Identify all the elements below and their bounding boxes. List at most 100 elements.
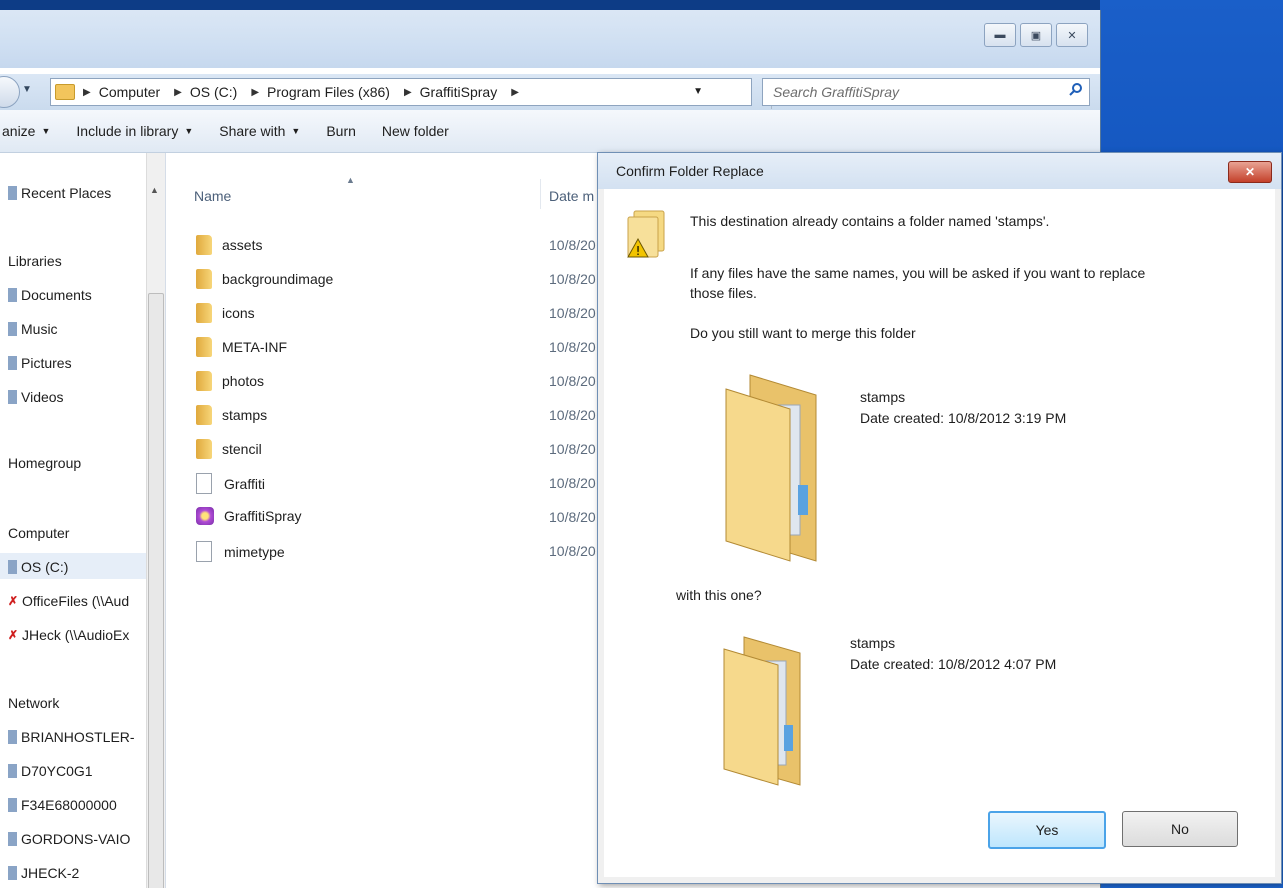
file-date: 10/8/20 — [549, 509, 596, 525]
folder-icon — [196, 337, 212, 357]
app-icon — [196, 507, 214, 525]
dialog-titlebar[interactable]: Confirm Folder Replace ✕ — [598, 153, 1281, 189]
explorer-titlebar[interactable]: ▬ ▣ ✕ — [0, 10, 1100, 68]
share-with-button[interactable]: Share with ▼ — [219, 123, 300, 139]
search-box[interactable]: Search GraffitiSpray — [762, 78, 1090, 106]
incoming-folder-name: stamps — [850, 635, 896, 651]
confirm-folder-replace-dialog: Confirm Folder Replace ✕ ! This destinat… — [597, 152, 1282, 884]
close-icon: ✕ — [1067, 29, 1077, 42]
breadcrumb-graffitispray[interactable]: GraffitiSpray — [420, 84, 498, 100]
nav-label: D70YC0G1 — [21, 763, 93, 779]
column-header-name[interactable]: Name — [194, 188, 231, 204]
organize-label: anize — [2, 123, 36, 139]
folder-icon — [196, 303, 212, 323]
nav-music[interactable]: Music — [8, 321, 58, 337]
column-header-date[interactable]: Date m — [549, 188, 594, 204]
burn-button[interactable]: Burn — [326, 123, 356, 139]
nav-pictures[interactable]: Pictures — [8, 355, 72, 371]
navigation-pane: Recent Places Libraries Documents Music … — [0, 153, 166, 888]
nav-network-computer[interactable]: BRIANHOSTLER- — [8, 729, 135, 745]
nav-os-c[interactable]: OS (C:) — [8, 559, 68, 575]
dialog-title: Confirm Folder Replace — [616, 163, 764, 179]
file-row-graffiti[interactable]: Graffiti — [196, 473, 265, 494]
breadcrumb-arrow-icon[interactable]: ▶ — [251, 87, 259, 98]
nav-documents[interactable]: Documents — [8, 287, 92, 303]
share-label: Share with — [219, 123, 286, 139]
nav-network-computer[interactable]: JHECK-2 — [8, 865, 79, 881]
file-name: stamps — [222, 407, 268, 423]
organize-button[interactable]: anize ▼ — [2, 123, 50, 139]
file-row-icons[interactable]: icons — [196, 303, 255, 323]
no-button[interactable]: No — [1122, 811, 1238, 847]
computer-icon — [8, 730, 17, 744]
file-name: photos — [222, 373, 265, 389]
breadcrumb-os-c[interactable]: OS (C:) — [190, 84, 237, 100]
dialog-body: ! This destination already contains a fo… — [604, 189, 1275, 877]
file-icon — [196, 473, 212, 494]
include-label: Include in library — [76, 123, 179, 139]
file-row-graffitispray[interactable]: GraffitiSpray — [196, 507, 302, 525]
column-divider[interactable] — [540, 179, 541, 209]
nav-label: Recent Places — [21, 185, 112, 201]
folder-icon — [196, 371, 212, 391]
folder-icon — [196, 269, 212, 289]
address-dropdown-icon[interactable]: ▼ — [693, 86, 703, 97]
file-row-photos[interactable]: photos — [196, 371, 264, 391]
file-row-mimetype[interactable]: mimetype — [196, 541, 285, 562]
dialog-close-button[interactable]: ✕ — [1228, 161, 1272, 183]
include-in-library-button[interactable]: Include in library ▼ — [76, 123, 193, 139]
scroll-up-icon[interactable]: ▲ — [150, 185, 159, 195]
minimize-button[interactable]: ▬ — [984, 23, 1016, 47]
nav-computer[interactable]: Computer — [8, 525, 69, 541]
nav-label: Documents — [21, 287, 92, 303]
nav-network-computer[interactable]: D70YC0G1 — [8, 763, 93, 779]
new-folder-button[interactable]: New folder — [382, 123, 449, 139]
breadcrumb-computer[interactable]: Computer — [99, 84, 160, 100]
breadcrumb-arrow-icon[interactable]: ▶ — [83, 87, 91, 98]
yes-button[interactable]: Yes — [988, 811, 1106, 849]
address-bar[interactable]: ▶ Computer ▶ OS (C:) ▶ Program Files (x8… — [50, 78, 792, 109]
folder-icon — [55, 84, 75, 100]
file-date: 10/8/20 — [549, 407, 596, 423]
nav-scrollbar-thumb[interactable] — [148, 293, 164, 888]
nav-network[interactable]: Network — [8, 695, 59, 711]
nav-videos[interactable]: Videos — [8, 389, 64, 405]
recent-pages-dropdown-icon[interactable]: ▼ — [22, 84, 32, 95]
computer-icon — [8, 866, 17, 880]
disconnected-drive-icon: ✗ — [8, 628, 19, 642]
nav-officefiles[interactable]: ✗ OfficeFiles (\\Aud — [8, 593, 129, 609]
file-name: stencil — [222, 441, 262, 457]
search-icon[interactable] — [1069, 82, 1083, 96]
file-row-stencil[interactable]: stencil — [196, 439, 262, 459]
folder-warning-icon: ! — [627, 210, 665, 258]
command-bar: anize ▼ Include in library ▼ Share with ▼ B… — [0, 110, 1100, 153]
nav-recent-places[interactable]: Recent Places — [8, 185, 111, 201]
back-button[interactable] — [0, 76, 20, 108]
nav-homegroup[interactable]: Homegroup — [8, 455, 81, 471]
nav-label: JHeck (\\AudioEx — [22, 627, 130, 643]
file-name: assets — [222, 237, 263, 253]
file-row-stamps[interactable]: stamps — [196, 405, 267, 425]
maximize-button[interactable]: ▣ — [1020, 23, 1052, 47]
search-placeholder[interactable]: Search GraffitiSpray — [773, 84, 899, 100]
file-row-assets[interactable]: assets — [196, 235, 262, 255]
nav-libraries[interactable]: Libraries — [8, 253, 62, 269]
breadcrumb-arrow-icon[interactable]: ▶ — [174, 87, 182, 98]
file-name: mimetype — [224, 543, 285, 560]
breadcrumb-program-files[interactable]: Program Files (x86) — [267, 84, 390, 100]
close-button[interactable]: ✕ — [1056, 23, 1088, 47]
address-row: ▼ ▶ Computer ▶ OS (C:) ▶ Program Files (… — [0, 74, 1100, 110]
computer-icon — [8, 764, 17, 778]
nav-network-computer[interactable]: F34E68000000 — [8, 797, 117, 813]
existing-folder-icon[interactable] — [720, 365, 828, 565]
file-row-backgroundimage[interactable]: backgroundimage — [196, 269, 333, 289]
file-row-meta-inf[interactable]: META-INF — [196, 337, 287, 357]
incoming-folder-icon[interactable] — [720, 629, 810, 789]
file-date: 10/8/20 — [549, 305, 596, 321]
breadcrumb-arrow-icon[interactable]: ▶ — [511, 87, 519, 98]
breadcrumb-arrow-icon[interactable]: ▶ — [404, 87, 412, 98]
window-buttons: ▬ ▣ ✕ — [980, 23, 1088, 47]
nav-jheck[interactable]: ✗ JHeck (\\AudioEx — [8, 627, 129, 643]
file-name: META-INF — [222, 339, 288, 355]
nav-network-computer[interactable]: GORDONS-VAIO — [8, 831, 130, 847]
